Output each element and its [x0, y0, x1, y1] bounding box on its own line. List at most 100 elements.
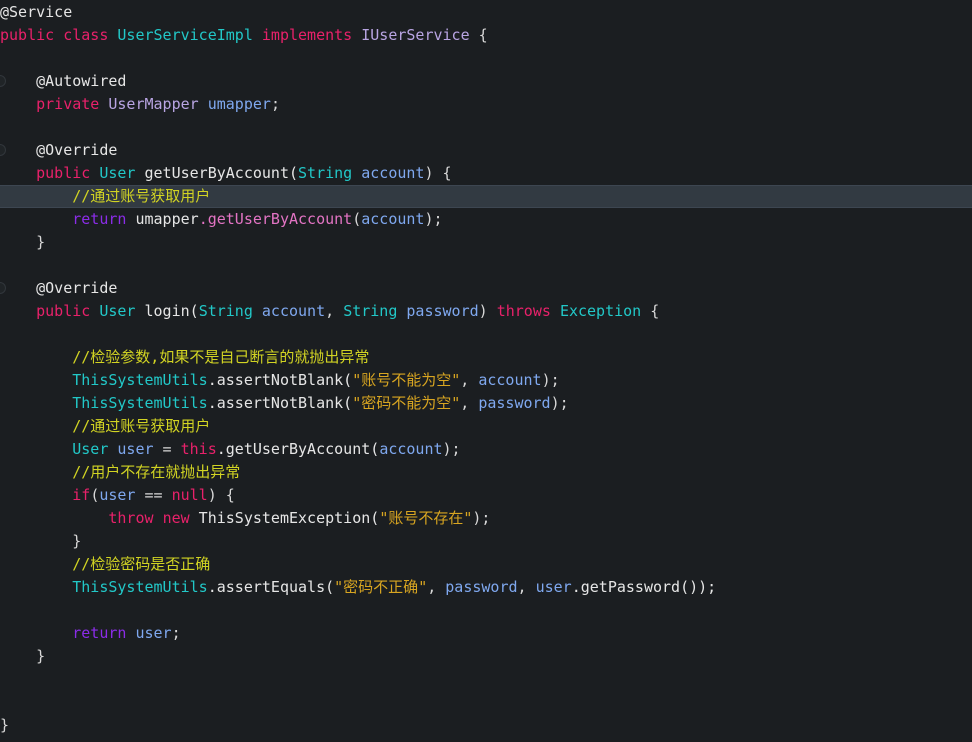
code-line-content: return umapper.getUserByAccount(account)… — [0, 208, 442, 231]
code-token: account — [261, 302, 326, 320]
code-line-content: @Autowired — [0, 70, 126, 93]
code-token: @Override — [0, 279, 118, 297]
code-token: == — [135, 486, 172, 504]
code-token: ) { — [424, 164, 452, 182]
code-token: password — [406, 302, 479, 320]
code-token: @Autowired — [0, 72, 127, 90]
code-line[interactable] — [0, 47, 972, 70]
code-line[interactable]: } — [0, 645, 972, 668]
code-line[interactable] — [0, 668, 972, 691]
code-line-content: //检验参数,如果不是自己断言的就抛出异常 — [0, 346, 369, 369]
code-token: account — [478, 371, 542, 389]
code-line-content: } — [0, 530, 81, 553]
code-line[interactable] — [0, 599, 972, 622]
code-token: user — [535, 578, 572, 596]
code-line[interactable]: return umapper.getUserByAccount(account)… — [0, 208, 972, 231]
code-token: throw — [108, 509, 154, 527]
code-token: } — [0, 647, 46, 665]
code-token: //用户不存在就抛出异常 — [0, 463, 241, 481]
code-token: ThisSystemUtils — [72, 394, 208, 412]
code-token: ; — [171, 624, 181, 642]
code-token: user — [135, 624, 172, 642]
code-line[interactable]: } — [0, 231, 972, 254]
code-token: UserMapper — [108, 95, 199, 113]
code-line-content: //用户不存在就抛出异常 — [0, 461, 240, 484]
code-line[interactable]: private UserMapper umapper; — [0, 93, 972, 116]
code-token: , — [460, 371, 479, 389]
code-token: ); — [472, 509, 491, 527]
code-token: "账号不能为空" — [352, 371, 461, 389]
code-token: , — [325, 302, 344, 320]
code-line[interactable]: if(user == null) { — [0, 484, 972, 507]
code-token: User — [99, 164, 136, 182]
code-line-content: } — [0, 231, 45, 254]
code-line[interactable]: //检验参数,如果不是自己断言的就抛出异常 — [0, 346, 972, 369]
code-line[interactable]: //用户不存在就抛出异常 — [0, 461, 972, 484]
code-token: } — [0, 233, 46, 251]
code-token: { — [641, 302, 660, 320]
code-token: "密码不正确" — [334, 578, 428, 596]
code-token: account — [379, 440, 443, 458]
code-line-content: private UserMapper umapper; — [0, 93, 280, 116]
code-line[interactable]: @Override — [0, 139, 972, 162]
code-token: user — [99, 486, 136, 504]
code-line-content: } — [0, 714, 9, 737]
code-token: = — [153, 440, 181, 458]
code-line[interactable] — [0, 254, 972, 277]
code-line-content: throw new ThisSystemException("账号不存在"); — [0, 507, 490, 530]
code-line[interactable]: @Autowired — [0, 70, 972, 93]
code-token: //通过账号获取用户 — [0, 417, 211, 435]
code-line[interactable]: //通过账号获取用户 — [0, 415, 972, 438]
code-text-area[interactable]: @Service public class UserServiceImpl imp… — [0, 0, 972, 742]
code-line[interactable]: @Override — [0, 277, 972, 300]
code-line-content: public class UserServiceImpl implements … — [0, 24, 488, 47]
code-line-current[interactable]: //通过账号获取用户 — [0, 185, 972, 208]
code-token: .assertNotBlank( — [207, 371, 353, 389]
code-line[interactable]: //检验密码是否正确 — [0, 553, 972, 576]
code-token: umapper — [207, 95, 271, 113]
code-token: @Service — [0, 3, 73, 21]
code-line[interactable]: ThisSystemUtils.assertEquals("密码不正确", pa… — [0, 576, 972, 599]
code-token: //通过账号获取用户 — [0, 187, 211, 205]
code-line[interactable]: @Service — [0, 1, 972, 24]
code-line[interactable] — [0, 691, 972, 714]
code-line[interactable]: return user; — [0, 622, 972, 645]
code-line-content: //检验密码是否正确 — [0, 553, 210, 576]
code-line[interactable]: User user = this.getUserByAccount(accoun… — [0, 438, 972, 461]
code-token: .assertEquals( — [207, 578, 335, 596]
code-token: User — [99, 302, 136, 320]
code-token: this — [180, 440, 217, 458]
code-line[interactable]: public User getUserByAccount(String acco… — [0, 162, 972, 185]
code-token: account — [361, 210, 425, 228]
code-token: .getPassword()); — [571, 578, 717, 596]
code-line[interactable]: } — [0, 530, 972, 553]
code-line[interactable]: } — [0, 714, 972, 737]
code-token: ); — [541, 371, 560, 389]
code-line[interactable]: public class UserServiceImpl implements … — [0, 24, 972, 47]
code-line[interactable]: ThisSystemUtils.assertNotBlank("密码不能为空",… — [0, 392, 972, 415]
code-token: @Override — [0, 141, 118, 159]
code-token: } — [0, 716, 10, 734]
code-token: ( — [90, 486, 100, 504]
code-line[interactable] — [0, 323, 972, 346]
code-editor[interactable]: @Service public class UserServiceImpl imp… — [0, 0, 972, 742]
code-token: getUserByAccount( — [135, 164, 299, 182]
code-line-content: @Override — [0, 139, 117, 162]
code-token: login( — [135, 302, 199, 320]
code-line-content: return user; — [0, 622, 181, 645]
code-line-content: public User login(String account, String… — [0, 300, 659, 323]
code-line-content: //通过账号获取用户 — [0, 415, 210, 438]
code-token: ( — [352, 210, 362, 228]
code-line[interactable]: public User login(String account, String… — [0, 300, 972, 323]
code-line[interactable]: throw new ThisSystemException("账号不存在"); — [0, 507, 972, 530]
code-line[interactable] — [0, 116, 972, 139]
code-line[interactable]: ThisSystemUtils.assertNotBlank("账号不能为空",… — [0, 369, 972, 392]
code-token: ThisSystemUtils — [72, 578, 208, 596]
